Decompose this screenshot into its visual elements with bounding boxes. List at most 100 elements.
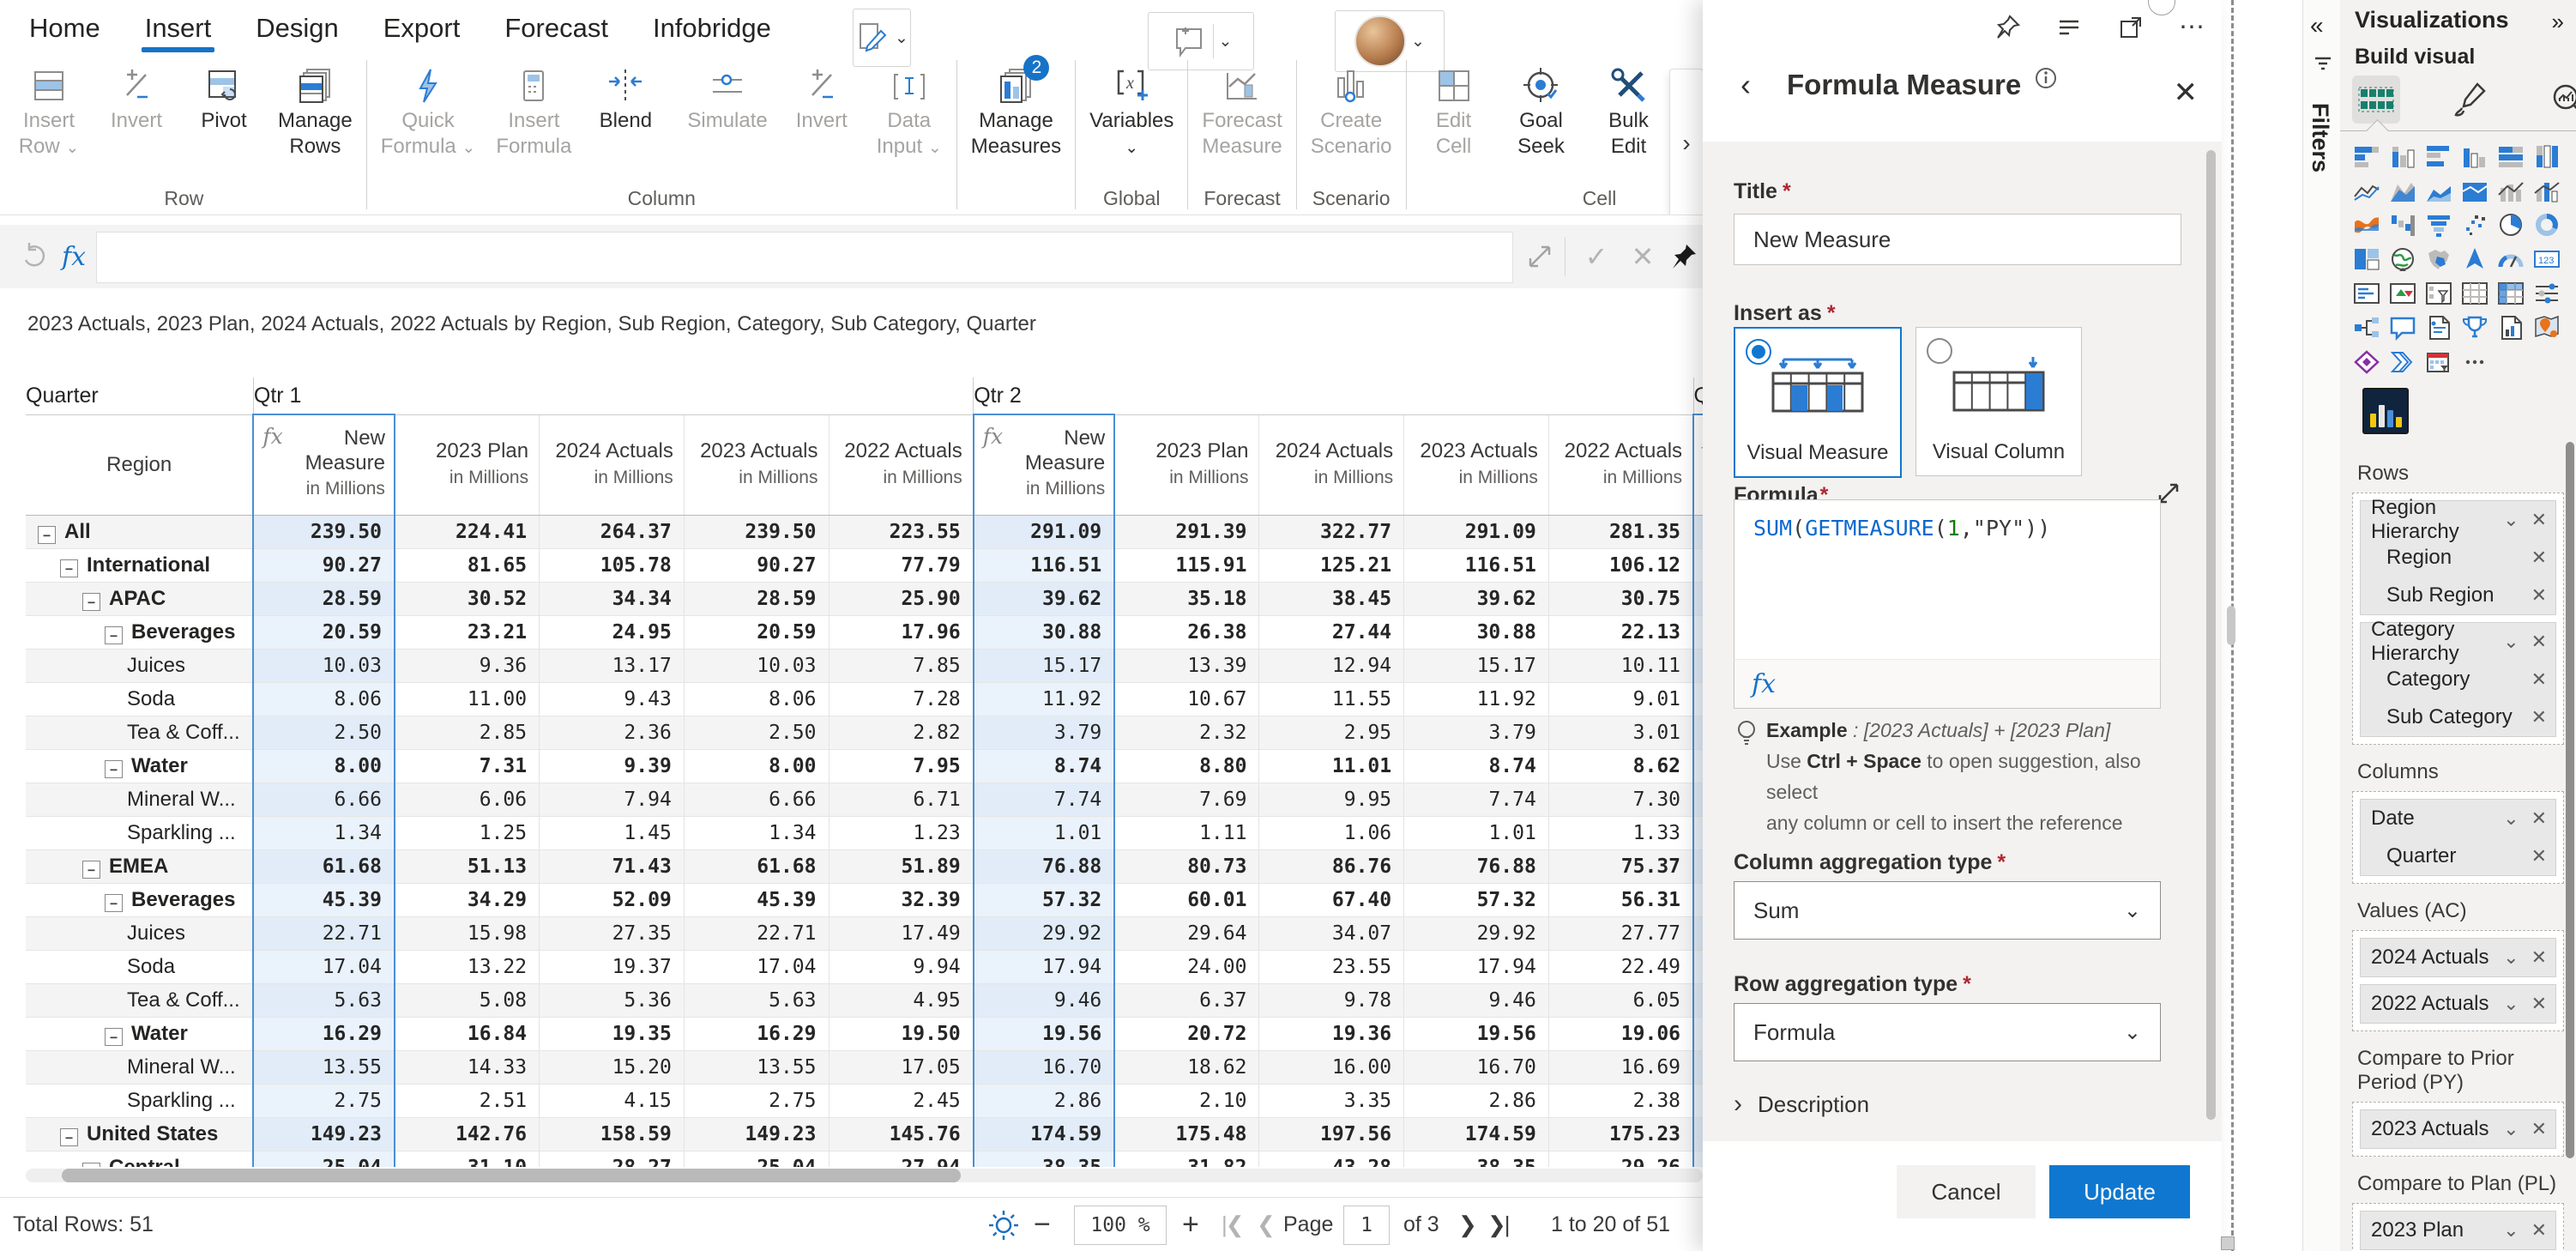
- value-cell[interactable]: 239.50: [684, 516, 829, 549]
- value-cell[interactable]: 224.41: [395, 516, 540, 549]
- value-cell[interactable]: 60.01: [1114, 884, 1259, 917]
- value-cell[interactable]: 29.26: [1548, 1151, 1693, 1168]
- value-cell[interactable]: 223.55: [829, 516, 974, 549]
- value-cell[interactable]: 10.03: [253, 650, 395, 683]
- value-cell[interactable]: 8.74: [974, 750, 1115, 783]
- value-column-header[interactable]: 2023 Planin Millions: [395, 414, 540, 516]
- multi-row-card-visual-icon[interactable]: [2352, 280, 2381, 306]
- value-cell[interactable]: 25.04: [253, 1151, 395, 1168]
- value-cell[interactable]: 1.23: [829, 817, 974, 850]
- value-cell[interactable]: 11.01: [1259, 750, 1404, 783]
- value-cell[interactable]: 19.50: [829, 1018, 974, 1051]
- expand-pane-icon[interactable]: »: [2552, 9, 2564, 35]
- value-cell[interactable]: 149.23: [684, 1118, 829, 1151]
- value-cell[interactable]: 8.06: [253, 683, 395, 716]
- row-label[interactable]: −Central: [26, 1151, 253, 1168]
- variables-button[interactable]: xVariables ⌄: [1079, 53, 1184, 161]
- value-cell[interactable]: 43.28: [1259, 1151, 1404, 1168]
- collapse-toggle[interactable]: −: [60, 559, 78, 577]
- value-cell[interactable]: 2.82: [829, 716, 974, 750]
- manage-measures-button[interactable]: 2ManageMeasures: [961, 53, 1071, 160]
- table-settings-icon[interactable]: [985, 1198, 1023, 1251]
- value-cell[interactable]: 2.50: [253, 716, 395, 750]
- value-cell[interactable]: 2.45: [829, 1085, 974, 1118]
- value-cell[interactable]: 115.91: [1114, 549, 1259, 583]
- value-cell[interactable]: 17.04: [684, 951, 829, 984]
- visual-measure-option[interactable]: Visual Measure: [1734, 327, 1902, 478]
- region-column-header[interactable]: Region: [26, 414, 253, 516]
- calendar-slicer-visual-icon[interactable]: [2424, 348, 2453, 375]
- more-visual-icon[interactable]: [2460, 348, 2489, 375]
- field-pill-child[interactable]: Region✕: [2361, 539, 2555, 577]
- funnel-visual-icon[interactable]: [2424, 211, 2453, 238]
- quick-formula-button[interactable]: QuickFormula ⌄: [371, 53, 486, 161]
- value-cell[interactable]: 52.09: [540, 884, 685, 917]
- value-cell[interactable]: 38.35: [1404, 1151, 1549, 1168]
- value-column-header[interactable]: 2024 Actualsin Millions: [540, 414, 685, 516]
- collapse-toggle[interactable]: −: [105, 894, 123, 912]
- value-cell[interactable]: 22.49: [1548, 951, 1693, 984]
- expand-formula-icon[interactable]: [1520, 225, 1559, 288]
- collapse-toggle[interactable]: −: [82, 1163, 100, 1168]
- row-label[interactable]: Tea & Coff...: [26, 716, 253, 750]
- stacked-column-visual-icon[interactable]: [2388, 142, 2417, 169]
- value-cell[interactable]: 27.44: [1259, 616, 1404, 650]
- ribbon-visual-icon[interactable]: [2352, 211, 2381, 238]
- field-pill-child[interactable]: Quarter✕: [2361, 837, 2555, 875]
- value-cell[interactable]: 17.49: [829, 917, 974, 951]
- title-field-input[interactable]: New Measure: [1734, 214, 2181, 265]
- ribbon-tab-design[interactable]: Design: [256, 13, 339, 44]
- value-cell[interactable]: 8.06: [684, 683, 829, 716]
- invert-button[interactable]: Invert: [93, 53, 180, 134]
- value-cell[interactable]: 174.59: [1404, 1118, 1549, 1151]
- value-cell[interactable]: 1.33: [1548, 817, 1693, 850]
- decomposition-tree-visual-icon[interactable]: [2352, 314, 2381, 341]
- column-aggregation-dropdown[interactable]: Sum⌄: [1734, 881, 2161, 940]
- treemap-visual-icon[interactable]: [2352, 245, 2381, 272]
- value-cell[interactable]: 30.88: [1404, 616, 1549, 650]
- value-cell[interactable]: 175.48: [1114, 1118, 1259, 1151]
- remove-field-icon[interactable]: ✕: [2531, 946, 2547, 969]
- value-cell[interactable]: 16.70: [1404, 1051, 1549, 1085]
- value-cell[interactable]: 1.34: [684, 817, 829, 850]
- value-cell[interactable]: 1.01: [1404, 817, 1549, 850]
- value-cell[interactable]: 8.74: [1404, 750, 1549, 783]
- value-cell[interactable]: 9.46: [1404, 984, 1549, 1018]
- value-cell[interactable]: 27.94: [829, 1151, 974, 1168]
- value-cell[interactable]: 35.18: [1114, 583, 1259, 616]
- pivot-button[interactable]: Pivot: [180, 53, 268, 134]
- value-cell[interactable]: 13.55: [684, 1051, 829, 1085]
- edit-cell-button[interactable]: EditCell: [1410, 53, 1498, 160]
- value-cell[interactable]: 20.59: [684, 616, 829, 650]
- chevron-down-icon[interactable]: ⌄: [2503, 1118, 2519, 1140]
- field-parameters-visual-icon[interactable]: [2532, 280, 2561, 306]
- visual-resize-handle[interactable]: [2227, 606, 2235, 645]
- value-cell[interactable]: 16.29: [684, 1018, 829, 1051]
- value-cell[interactable]: 17.94: [974, 951, 1115, 984]
- remove-field-icon[interactable]: ✕: [2531, 807, 2547, 830]
- qtr2-header[interactable]: Qtr 2: [974, 378, 1693, 414]
- value-cell[interactable]: 1.25: [395, 817, 540, 850]
- pie-visual-icon[interactable]: [2496, 211, 2525, 238]
- value-cell[interactable]: 2.86: [1404, 1085, 1549, 1118]
- zoom-in-button[interactable]: +: [1182, 1198, 1199, 1251]
- value-cell[interactable]: 6.66: [684, 783, 829, 817]
- data-input-button[interactable]: DataInput ⌄: [866, 53, 953, 161]
- value-cell[interactable]: 11.55: [1259, 683, 1404, 716]
- field-pill[interactable]: 2023 Plan⌄✕: [2361, 1212, 2555, 1249]
- panel-scrollbar[interactable]: [2206, 150, 2216, 1120]
- value-cell[interactable]: [1693, 1051, 1703, 1085]
- zoom-out-button[interactable]: −: [1034, 1198, 1051, 1251]
- value-cell[interactable]: 2.75: [684, 1085, 829, 1118]
- horizontal-scrollbar[interactable]: [26, 1169, 1703, 1182]
- metrics-visual-icon[interactable]: [2460, 314, 2489, 341]
- value-cell[interactable]: 17.96: [829, 616, 974, 650]
- value-cell[interactable]: [1693, 783, 1703, 817]
- value-cell[interactable]: 9.39: [540, 750, 685, 783]
- value-cell[interactable]: 2.51: [395, 1085, 540, 1118]
- manage-rows-button[interactable]: ManageRows: [268, 53, 363, 160]
- kpi-visual-icon[interactable]: [2388, 280, 2417, 306]
- prev-page-button[interactable]: ❮: [1257, 1198, 1274, 1251]
- value-cell[interactable]: 1.34: [253, 817, 395, 850]
- value-cell[interactable]: [1693, 1018, 1703, 1051]
